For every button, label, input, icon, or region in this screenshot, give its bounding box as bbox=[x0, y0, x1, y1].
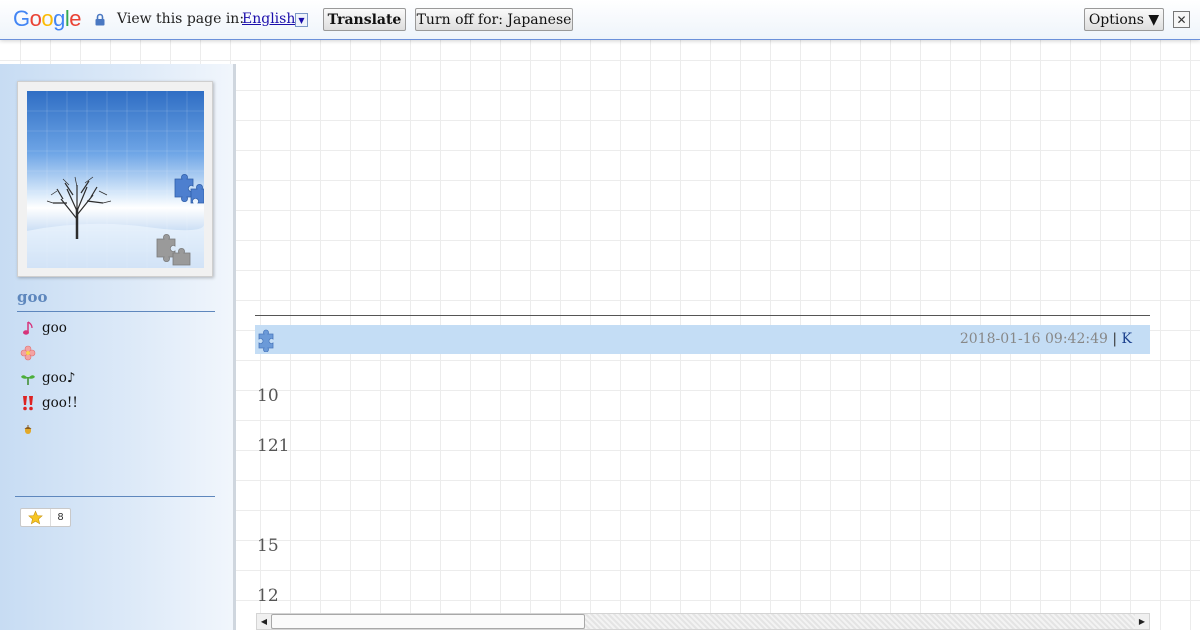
star-count: 8 bbox=[57, 512, 64, 523]
star-icon bbox=[21, 509, 51, 526]
options-button[interactable]: Options ▼ bbox=[1084, 8, 1164, 31]
scroll-right-arrow-icon[interactable]: ▶ bbox=[1135, 614, 1149, 629]
horizontal-scrollbar[interactable]: ◀ ▶ bbox=[256, 613, 1150, 630]
entry-text-line: 121 bbox=[257, 436, 290, 456]
sidebar-item-music[interactable]: goo bbox=[20, 318, 67, 338]
entry-link[interactable]: K bbox=[1122, 331, 1132, 347]
exclamation-icon bbox=[20, 395, 36, 411]
translate-button[interactable]: Translate bbox=[323, 8, 406, 31]
sidebar-item-acorn[interactable] bbox=[20, 420, 42, 440]
profile-image-frame bbox=[17, 81, 213, 277]
turn-off-translation-button[interactable]: Turn off for: Japanese bbox=[415, 8, 573, 31]
view-page-label: View this page in: bbox=[117, 11, 245, 27]
sidebar-divider bbox=[15, 496, 215, 497]
scrollbar-thumb[interactable] bbox=[271, 614, 585, 629]
sprout-icon bbox=[20, 370, 36, 386]
sidebar-item-flower[interactable] bbox=[20, 343, 42, 363]
sidebar-item-exclamation[interactable]: goo!! bbox=[20, 393, 78, 413]
entry-separator: | bbox=[1112, 331, 1118, 347]
google-logo: Google bbox=[13, 6, 82, 31]
entry-header: 2018-01-16 09:42:49 | K bbox=[255, 325, 1150, 354]
translate-bar: Google View this page in: English ▼ Tran… bbox=[0, 0, 1200, 40]
entry-text-line: 12 bbox=[257, 586, 279, 606]
sidebar-item-label: goo!! bbox=[42, 395, 78, 411]
entry-text-line: 10 bbox=[257, 386, 279, 406]
sidebar: goo goo goo♪ goo!! 8 bbox=[0, 64, 236, 630]
music-note-icon bbox=[20, 320, 36, 336]
entry-text-line: 15 bbox=[257, 536, 279, 556]
lock-icon bbox=[95, 13, 105, 26]
sidebar-item-label: goo bbox=[42, 320, 67, 336]
scroll-left-arrow-icon[interactable]: ◀ bbox=[257, 614, 271, 629]
close-icon[interactable]: ✕ bbox=[1173, 11, 1190, 28]
language-selector-link[interactable]: English bbox=[242, 11, 295, 27]
blog-name[interactable]: goo bbox=[17, 288, 215, 312]
entry-timestamp: 2018-01-16 09:42:49 bbox=[959, 331, 1108, 347]
sidebar-item-sprout[interactable]: goo♪ bbox=[20, 368, 76, 388]
acorn-icon bbox=[20, 422, 36, 438]
star-button[interactable]: 8 bbox=[20, 508, 71, 527]
entry-meta: 2018-01-16 09:42:49 | K bbox=[960, 331, 1132, 347]
flower-icon bbox=[20, 345, 36, 361]
language-dropdown-arrow-icon[interactable]: ▼ bbox=[295, 13, 308, 27]
sidebar-item-label: goo♪ bbox=[42, 370, 76, 386]
puzzle-icon bbox=[258, 329, 274, 352]
profile-image[interactable] bbox=[27, 91, 204, 268]
entry-divider bbox=[255, 315, 1150, 316]
